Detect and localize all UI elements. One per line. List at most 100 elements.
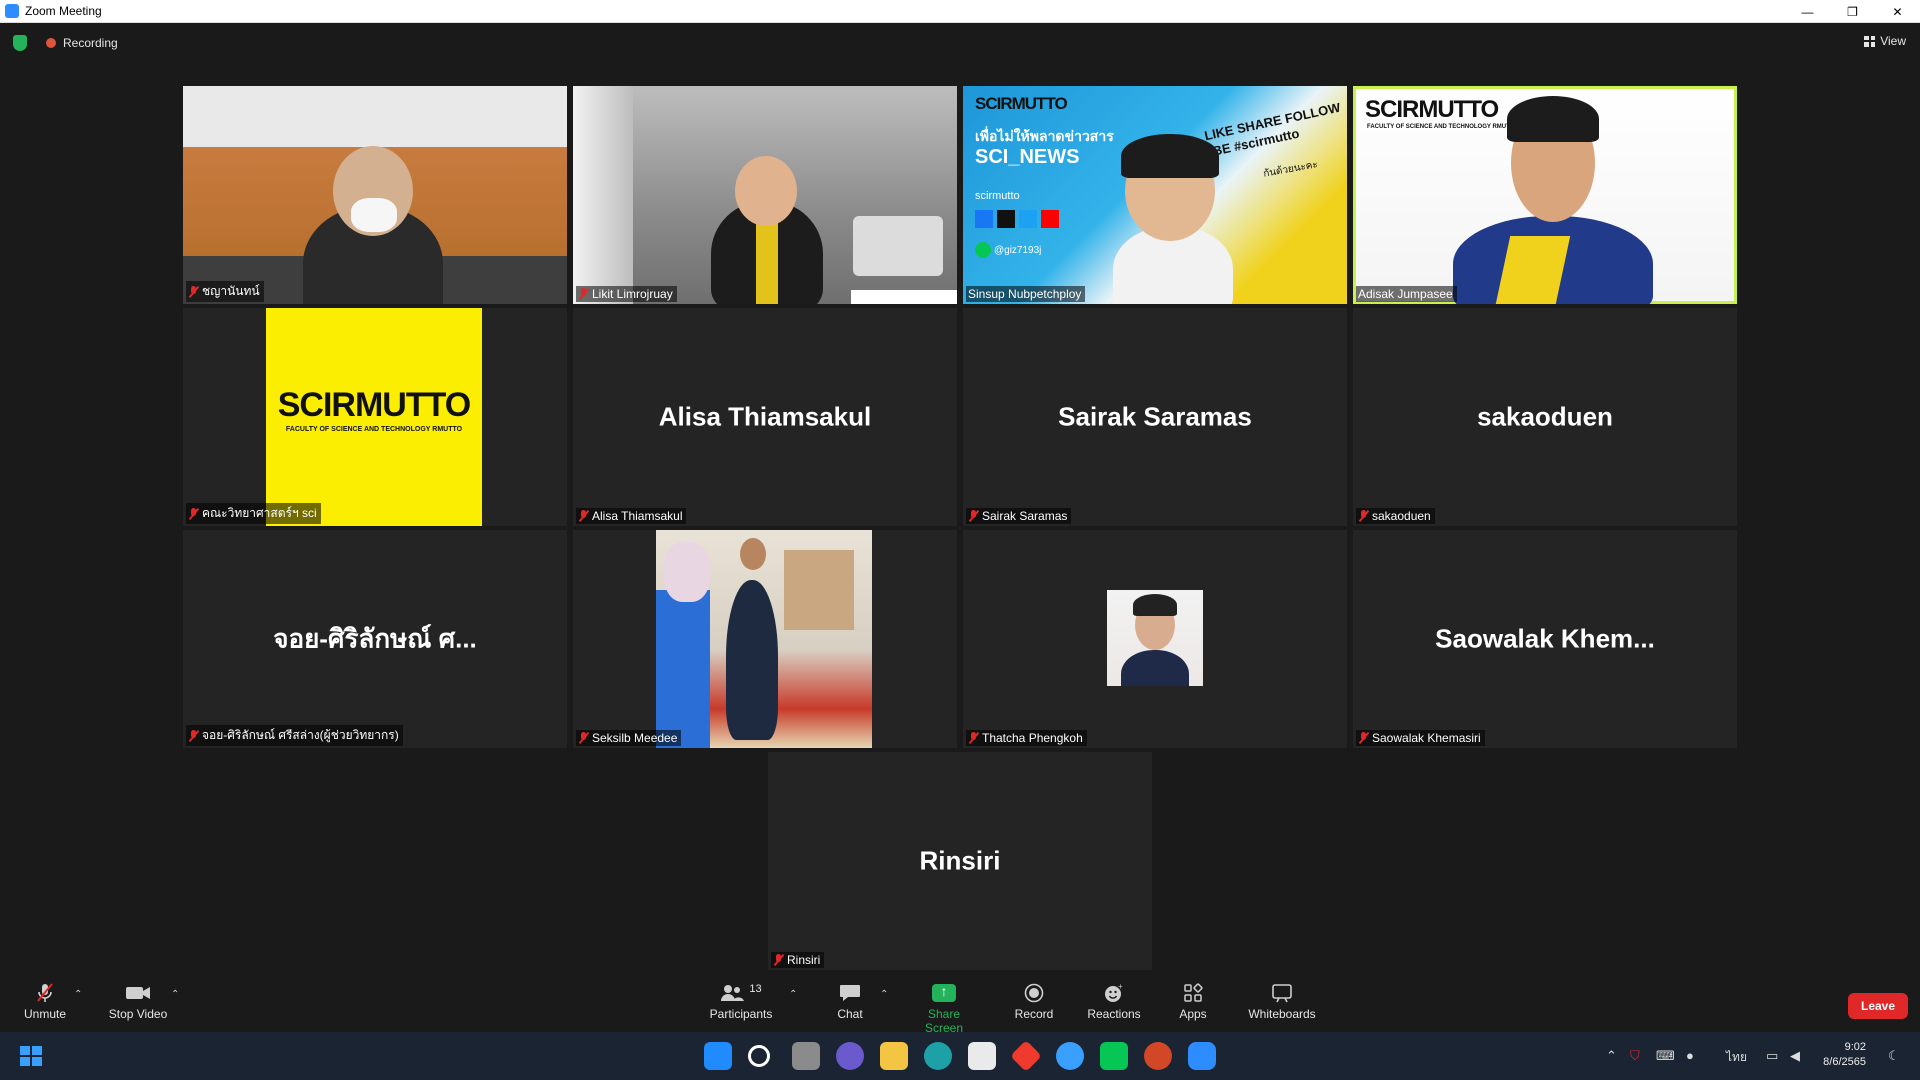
- participant-tile[interactable]: Saowalak Khem... Saowalak Khemasiri: [1353, 530, 1737, 748]
- clock-date: 8/6/2565: [1823, 1056, 1866, 1068]
- speaker-volume-icon[interactable]: ◀: [1790, 1048, 1800, 1064]
- leave-button[interactable]: Leave: [1848, 993, 1908, 1019]
- audio-options-chevron-up-icon[interactable]: ⌃: [74, 989, 82, 1000]
- mic-muted-icon: [22, 983, 68, 1003]
- floor-strip: [851, 290, 957, 304]
- notifications-moon-icon[interactable]: ☾: [1888, 1048, 1900, 1064]
- minimize-button[interactable]: —: [1785, 0, 1830, 23]
- mic-muted-icon: [1358, 732, 1369, 744]
- mic-muted-icon: [188, 285, 199, 298]
- brand-logo: SCIRMUTTO: [975, 94, 1068, 113]
- microphone-icon[interactable]: ●: [1686, 1048, 1694, 1063]
- participant-tile[interactable]: Sairak Saramas Sairak Saramas: [963, 308, 1347, 526]
- slogan-thai: กันด้วยนะคะ: [1262, 159, 1319, 180]
- zoom-taskbar-icon[interactable]: [1188, 1042, 1216, 1070]
- participant-tile[interactable]: Thatcha Phengkoh: [963, 530, 1347, 748]
- windows-start-icon[interactable]: [704, 1042, 732, 1070]
- participants-options-chevron-up-icon[interactable]: ⌃: [789, 989, 797, 1000]
- participant-tile[interactable]: Rinsiri Rinsiri: [768, 752, 1152, 970]
- widgets-icon[interactable]: [20, 1046, 42, 1066]
- profile-picture: [1107, 590, 1203, 686]
- search-icon[interactable]: [748, 1045, 770, 1067]
- apps-button[interactable]: Apps: [1176, 983, 1210, 1021]
- participant-tile[interactable]: จอย-ศิริลักษณ์ ศ... จอย-ศิริลักษณ์ ศรีสล…: [183, 530, 567, 748]
- participant-name-tag: sakaoduen: [1356, 508, 1435, 524]
- participant-name-tag: Adisak Jumpasee: [1356, 286, 1457, 302]
- clock[interactable]: 9:02 8/6/2565: [1823, 1040, 1866, 1070]
- windows-taskbar: ⌃ ⛉ ⌨ ● ไทย ▭ ◀ 9:02 8/6/2565 ☾: [0, 1032, 1920, 1080]
- video-camera-icon: [108, 983, 168, 1003]
- participant-figure: [1121, 650, 1189, 686]
- facebook-icon: [975, 210, 993, 228]
- face-mask: [351, 198, 397, 232]
- edge-browser-icon[interactable]: [924, 1042, 952, 1070]
- microsoft-store-icon[interactable]: [968, 1042, 996, 1070]
- window-controls: — ❐ ✕: [1785, 0, 1920, 23]
- participant-name-tag: คณะวิทยาศาสตร์ฯ sci: [186, 503, 321, 524]
- participants-button[interactable]: 13 Participants: [708, 983, 774, 1021]
- view-button[interactable]: View: [1864, 34, 1906, 48]
- chat-bubble-icon: [830, 983, 870, 1003]
- participant-name-tag: Rinsiri: [771, 952, 825, 968]
- meeting-toolbar: Unmute ⌃ Stop Video ⌃ 13 Participants ⌃ …: [0, 979, 1920, 1035]
- tiktok-icon: [997, 210, 1015, 228]
- line-app-icon[interactable]: [1100, 1042, 1128, 1070]
- participant-tile[interactable]: Likit Limrojruay: [573, 86, 957, 304]
- chat-button[interactable]: Chat: [830, 983, 870, 1021]
- participant-display-name: Saowalak Khem...: [1435, 623, 1655, 654]
- mic-muted-icon: [968, 510, 979, 522]
- participant-tile[interactable]: sakaoduen sakaoduen: [1353, 308, 1737, 526]
- file-explorer-icon[interactable]: [880, 1042, 908, 1070]
- help-icon[interactable]: [1056, 1042, 1084, 1070]
- line-icon: [975, 242, 991, 258]
- smiley-face-icon: +: [1086, 983, 1142, 1003]
- portrait-frame: [784, 550, 854, 630]
- anydesk-icon[interactable]: [1010, 1040, 1042, 1072]
- restore-button[interactable]: ❐: [1830, 0, 1875, 23]
- record-button[interactable]: Record: [1014, 983, 1054, 1021]
- profile-picture: SCIRMUTTO FACULTY OF SCIENCE AND TECHNOL…: [266, 308, 482, 526]
- curtain: [573, 86, 633, 304]
- antivirus-shield-icon[interactable]: ⛉: [1630, 1048, 1640, 1064]
- task-view-icon[interactable]: [792, 1042, 820, 1070]
- security-shield-icon[interactable]: [13, 35, 27, 51]
- teams-chat-icon[interactable]: [836, 1042, 864, 1070]
- participant-tile[interactable]: SCIRMUTTO FACULTY OF SCIENCE AND TECHNOL…: [183, 308, 567, 526]
- participant-display-name: sakaoduen: [1477, 401, 1613, 432]
- input-language[interactable]: ไทย: [1726, 1048, 1747, 1067]
- show-hidden-icons-chevron-up-icon[interactable]: ⌃: [1606, 1048, 1617, 1064]
- unmute-button[interactable]: Unmute: [22, 983, 68, 1021]
- participant-tile[interactable]: ชญานันทน์: [183, 86, 567, 304]
- participant-name-tag: จอย-ศิริลักษณ์ ศรีสล่าง(ผู้ช่วยวิทยากร): [186, 725, 403, 746]
- whiteboards-button[interactable]: Whiteboards: [1246, 983, 1318, 1021]
- reactions-button[interactable]: + Reactions: [1086, 983, 1142, 1021]
- brand-subtitle: FACULTY OF SCIENCE AND TECHNOLOGY RMUTTO: [285, 426, 463, 433]
- keyboard-icon[interactable]: ⌨: [1656, 1048, 1675, 1064]
- participant-name-tag: Sinsup Nubpetchploy: [966, 286, 1086, 302]
- svg-text:+: +: [1118, 983, 1123, 991]
- recording-label[interactable]: Recording: [63, 36, 118, 50]
- powerpoint-icon[interactable]: [1144, 1042, 1172, 1070]
- stop-video-button[interactable]: Stop Video: [108, 983, 168, 1021]
- social-handle: scirmutto: [975, 190, 1020, 202]
- social-icons: [975, 210, 1059, 228]
- participant-display-name: จอย-ศิริลักษณ์ ศ...: [273, 623, 477, 654]
- profile-picture: [656, 530, 872, 748]
- participant-hair: [1507, 96, 1599, 142]
- whiteboard-icon: [1246, 983, 1318, 1003]
- close-button[interactable]: ✕: [1875, 0, 1920, 23]
- video-options-chevron-up-icon[interactable]: ⌃: [171, 989, 179, 1000]
- participant-tile-active-speaker[interactable]: SCIRMUTTO FACULTY OF SCIENCE AND TECHNOL…: [1353, 86, 1737, 304]
- mic-muted-icon: [773, 954, 784, 966]
- participant-tile[interactable]: Alisa Thiamsakul Alisa Thiamsakul: [573, 308, 957, 526]
- participant-tile[interactable]: Seksilb Meedee: [573, 530, 957, 748]
- chat-options-chevron-up-icon[interactable]: ⌃: [880, 989, 888, 1000]
- participants-count: 13: [749, 983, 762, 995]
- mic-muted-icon: [578, 732, 589, 744]
- youtube-icon: [1041, 210, 1059, 228]
- grid-view-icon: [1864, 35, 1876, 47]
- news-title: SCI_NEWS: [975, 146, 1080, 168]
- share-screen-button[interactable]: Share Screen: [908, 983, 980, 1035]
- participant-tile[interactable]: SCIRMUTTO เพื่อไม่ให้พลาดข่าวสาร SCI_NEW…: [963, 86, 1347, 304]
- network-icon[interactable]: ▭: [1766, 1048, 1778, 1064]
